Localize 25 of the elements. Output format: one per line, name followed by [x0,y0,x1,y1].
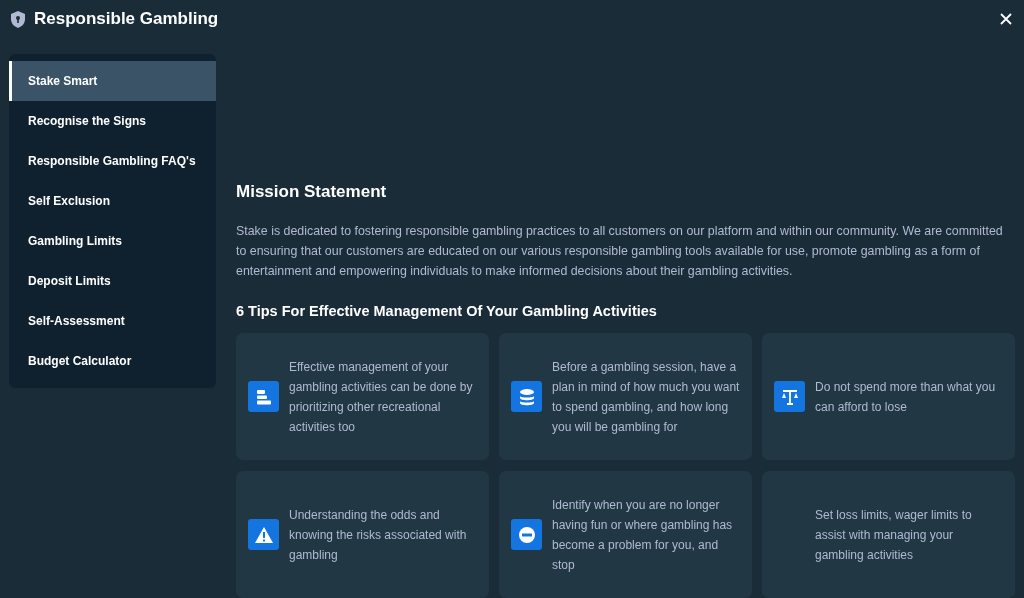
sidebar-item[interactable]: Self Exclusion [9,181,216,221]
sidebar-item[interactable]: Budget Calculator [9,341,216,381]
bars-icon [248,381,279,412]
window-title: Responsible Gambling [34,9,220,29]
scales-icon [774,381,805,412]
mission-paragraph: Stake is dedicated to fostering responsible gambling practices to all customers on our platform and within our community. We are committed to ensuring that our customers are educated on our various responsible gambling tools available for use, promote gambling as a form of entertainment and empowering individuals to make informed decisions about their gambling activities. [236,223,1004,280]
coin-stack-icon [511,381,542,412]
warning-icon [248,519,279,550]
section-heading: Mission Statement [236,182,388,202]
tip-text: Effective management of your gambling activities can be done by prioritizing other recreational activities too [289,358,474,436]
sidebar-item[interactable]: Deposit Limits [9,261,216,301]
tip-text: Set loss limits, wager limits to assist with managing your gambling activities [815,506,973,564]
shield-icon [10,10,26,28]
tips-heading: 6 Tips For Effective Management Of Your Gambling Activities [236,303,658,319]
tip-text: Do not spend more than what you can afford to lose [815,378,997,416]
tip-text: Before a gambling session, have a plan in mind of how much you want to spend gambling, and how long you will be gambling for [552,358,741,436]
sidebar-item[interactable]: Stake Smart [9,61,216,101]
tip-text: Identify when you are no longer having fun or where gambling has become a problem for you, and stop [552,496,734,574]
sidebar-item[interactable]: Responsible Gambling FAQ's [9,141,216,181]
sidebar-item[interactable]: Self-Assessment [9,301,216,341]
close-button[interactable] [998,11,1014,27]
sidebar-item[interactable]: Gambling Limits [9,221,216,261]
tip-text: Understanding the odds and knowing the risks associated with gambling [289,506,468,564]
no-entry-icon [511,519,542,550]
sidebar-item[interactable]: Recognise the Signs [9,101,216,141]
